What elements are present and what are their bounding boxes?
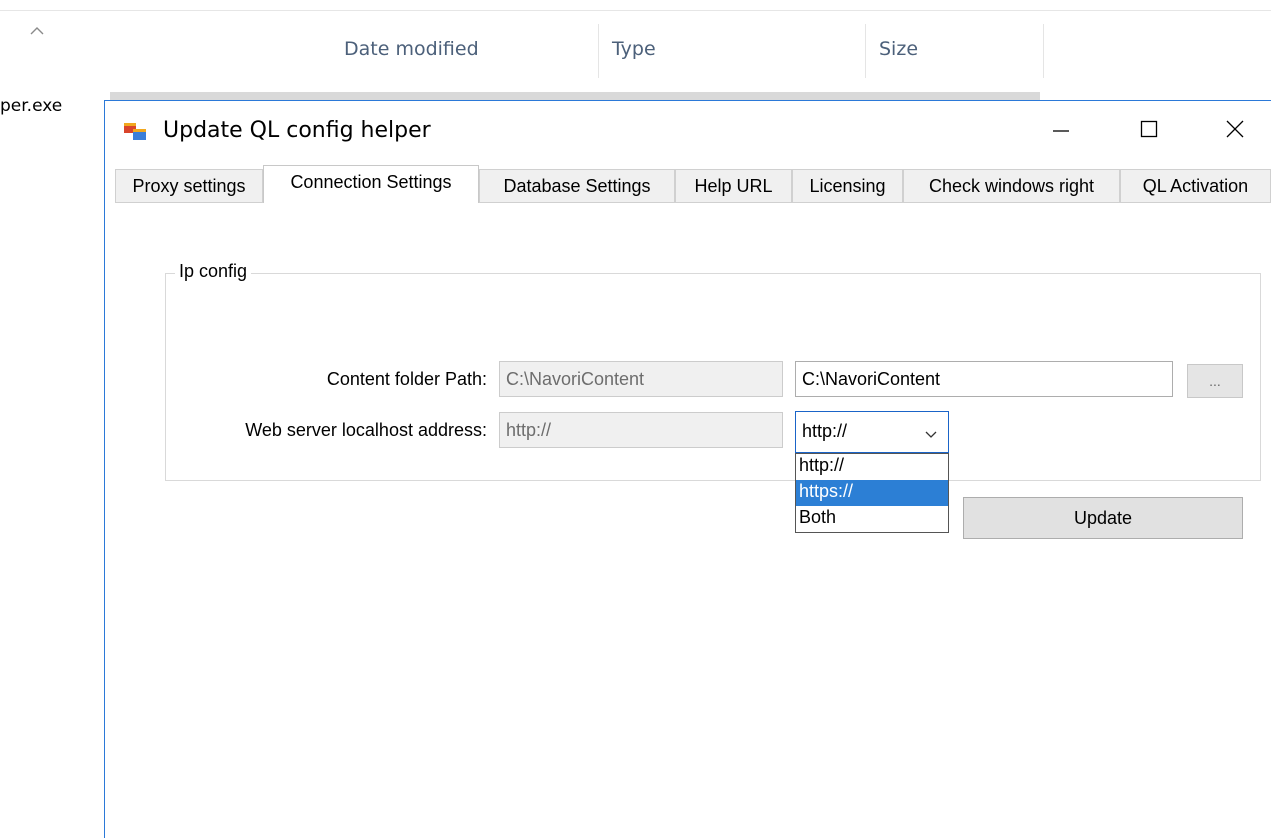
- tab-connection-settings[interactable]: Connection Settings: [263, 165, 479, 203]
- tab-strip: Proxy settings Connection Settings Datab…: [115, 165, 1271, 203]
- file-row-name[interactable]: per.exe: [0, 92, 110, 132]
- ip-config-title: Ip config: [175, 261, 252, 282]
- minimize-icon: [1051, 119, 1071, 144]
- protocol-option-http[interactable]: http://: [796, 454, 948, 480]
- column-separator[interactable]: [1043, 24, 1044, 78]
- tab-ql-activation[interactable]: QL Activation: [1120, 169, 1271, 203]
- close-icon: [1225, 119, 1245, 144]
- column-header-date-modified[interactable]: Date modified: [330, 24, 598, 80]
- content-folder-path-input[interactable]: C:\NavoriContent: [795, 361, 1173, 397]
- protocol-select-value: http://: [802, 421, 848, 441]
- web-server-label: Web server localhost address:: [245, 420, 487, 440]
- chevron-down-icon[interactable]: [924, 426, 938, 440]
- window-title: Update QL config helper: [163, 118, 431, 143]
- tab-help-url[interactable]: Help URL: [675, 169, 792, 203]
- tab-proxy-settings[interactable]: Proxy settings: [115, 169, 263, 203]
- minimize-button[interactable]: [1031, 109, 1091, 153]
- protocol-dropdown-list: http:// https:// Both: [795, 453, 949, 533]
- screen: Date modified Type Size per.exe Update Q…: [0, 0, 1271, 838]
- title-bar[interactable]: Update QL config helper: [105, 101, 1271, 163]
- explorer-divider: [0, 10, 1271, 11]
- column-header-size[interactable]: Size: [865, 24, 1043, 80]
- browse-folder-button[interactable]: ...: [1187, 364, 1243, 398]
- tab-licensing[interactable]: Licensing: [792, 169, 903, 203]
- maximize-button[interactable]: [1119, 109, 1179, 153]
- tab-check-windows-right[interactable]: Check windows right: [903, 169, 1120, 203]
- update-button[interactable]: Update: [963, 497, 1243, 539]
- app-window-icon: [123, 119, 147, 143]
- content-folder-current-field: C:\NavoriContent: [499, 361, 783, 397]
- close-button[interactable]: [1205, 109, 1265, 153]
- column-header-type[interactable]: Type: [598, 24, 866, 80]
- web-server-current-field: http://: [499, 412, 783, 448]
- protocol-select[interactable]: http://: [795, 411, 949, 453]
- maximize-icon: [1139, 119, 1159, 144]
- config-helper-window: Update QL config helper Proxy settings C…: [104, 100, 1271, 838]
- protocol-option-https[interactable]: https://: [796, 480, 948, 506]
- tab-database-settings[interactable]: Database Settings: [479, 169, 675, 203]
- protocol-option-both[interactable]: Both: [796, 506, 948, 532]
- sort-up-icon[interactable]: [28, 22, 46, 40]
- content-folder-label: Content folder Path:: [326, 369, 487, 389]
